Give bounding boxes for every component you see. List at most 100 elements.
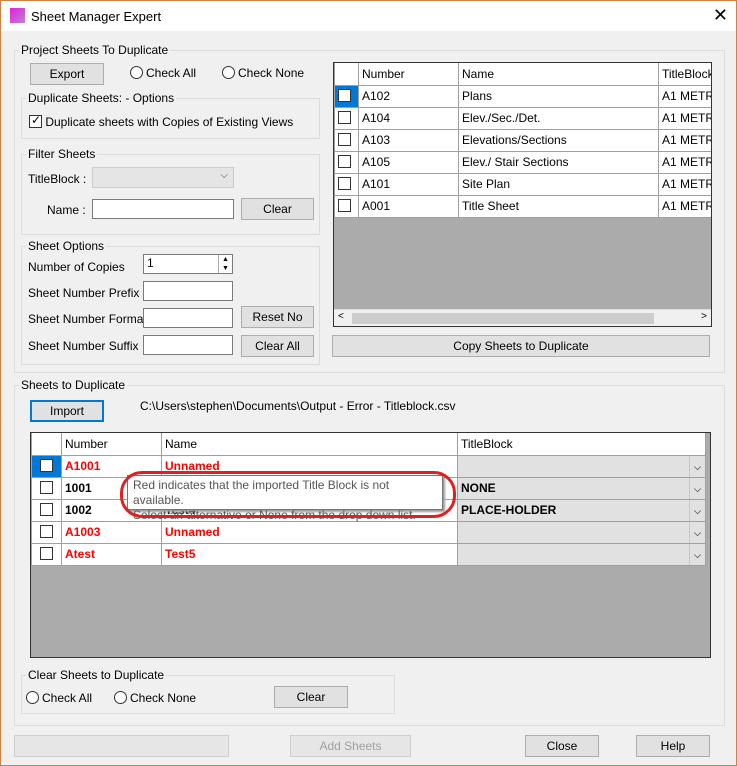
row-select-cell[interactable]	[334, 106, 359, 130]
row-select-cell[interactable]	[31, 476, 62, 500]
column-header-titleblock[interactable]: TitleBlock	[457, 433, 706, 456]
reset-no-button[interactable]: Reset No	[241, 306, 314, 328]
number-cell: A1003	[61, 520, 162, 544]
checkbox-icon[interactable]	[40, 547, 53, 560]
chevron-down-icon[interactable]: ⌵	[689, 456, 705, 476]
table-row[interactable]: A103 Elevations/Sections A1 METRI	[334, 128, 711, 152]
copies-value: 1	[147, 256, 154, 270]
project-sheets-table: Number Name TitleBlock A102 Plans A1 METRI…	[334, 63, 711, 218]
table-row[interactable]: A1003 Unnamed ⌵	[31, 520, 706, 544]
check-all-radio[interactable]: Check All	[130, 66, 196, 80]
export-button[interactable]: Export	[30, 63, 104, 85]
column-header-number[interactable]: Number	[61, 433, 162, 456]
copies-label: Number of Copies	[28, 260, 125, 274]
duplicate-sheets-grid[interactable]: Number Name TitleBlock A1001 Unnamed ⌵ 100…	[30, 432, 711, 658]
titleblock-dropdown[interactable]: ⌵	[457, 454, 706, 478]
table-row[interactable]: A105 Elev./ Stair Sections A1 METRI	[334, 150, 711, 174]
format-input[interactable]	[143, 308, 233, 328]
titleblock-value: PLACE-HOLDER	[461, 503, 557, 517]
row-select-cell[interactable]	[334, 172, 359, 196]
row-select-cell[interactable]	[334, 84, 359, 108]
number-cell: A105	[358, 150, 459, 174]
filter-clear-button[interactable]: Clear	[241, 198, 314, 220]
column-header-name[interactable]: Name	[161, 433, 458, 456]
row-select-cell[interactable]	[334, 128, 359, 152]
row-select-cell[interactable]	[334, 194, 359, 218]
tooltip-line: Red indicates that the imported Title Bl…	[133, 478, 390, 507]
checkbox-icon[interactable]	[40, 503, 53, 516]
duplicate-views-checkbox[interactable]: Duplicate sheets with Copies of Existing…	[29, 113, 293, 129]
row-select-cell[interactable]	[31, 454, 62, 478]
chevron-down-icon[interactable]: ⌵	[689, 522, 705, 542]
clear-all-button[interactable]: Clear All	[241, 335, 314, 357]
horizontal-scrollbar[interactable]: < >	[334, 309, 711, 326]
title-bar: Sheet Manager Expert ✕	[1, 1, 736, 31]
checkbox-icon[interactable]	[40, 481, 53, 494]
column-header-name[interactable]: Name	[458, 63, 659, 86]
checkbox-icon[interactable]	[338, 133, 351, 146]
project-sheets-grid[interactable]: Number Name TitleBlock A102 Plans A1 METRI…	[333, 62, 712, 327]
titleblock-dropdown[interactable]: ⌵	[457, 542, 706, 566]
table-row[interactable]: A101 Site Plan A1 METRI	[334, 172, 711, 196]
table-row[interactable]: A001 Title Sheet A1 METRI	[334, 194, 711, 218]
table-row[interactable]: Atest Test5 ⌵	[31, 542, 706, 566]
checkbox-icon[interactable]	[40, 459, 53, 472]
titleblock-dropdown[interactable]: NONE ⌵	[457, 476, 706, 500]
dup-check-none-radio[interactable]: Check None	[114, 691, 196, 705]
name-cell: Elev./ Stair Sections	[458, 150, 659, 174]
copy-sheets-button[interactable]: Copy Sheets to Duplicate	[332, 335, 710, 357]
table-row[interactable]: A102 Plans A1 METRI	[334, 84, 711, 108]
scroll-left-icon[interactable]: <	[338, 311, 344, 322]
table-row[interactable]: A1001 Unnamed ⌵	[31, 454, 706, 478]
titleblock-dropdown[interactable]: ⌵	[457, 520, 706, 544]
scroll-right-icon[interactable]: >	[701, 311, 707, 322]
chevron-down-icon[interactable]: ⌵	[689, 544, 705, 564]
name-input[interactable]	[92, 199, 234, 219]
checkbox-icon[interactable]	[338, 199, 351, 212]
row-select-cell[interactable]	[31, 520, 62, 544]
column-header-titleblock[interactable]: TitleBlock	[658, 63, 711, 86]
group-label: Clear Sheets to Duplicate	[28, 668, 165, 682]
radio-icon	[222, 66, 235, 79]
radio-icon	[114, 691, 127, 704]
titleblock-dropdown[interactable]: PLACE-HOLDER ⌵	[457, 498, 706, 522]
import-button[interactable]: Import	[30, 400, 104, 422]
help-button[interactable]: Help	[636, 735, 710, 757]
row-select-cell[interactable]	[31, 542, 62, 566]
number-cell: A102	[358, 84, 459, 108]
titleblock-cell: A1 METRI	[658, 84, 711, 108]
row-select-cell[interactable]	[334, 150, 359, 174]
label: Check All	[146, 66, 197, 80]
radio-icon	[130, 66, 143, 79]
group-label: Filter Sheets	[28, 147, 96, 161]
checkbox-icon[interactable]	[40, 525, 53, 538]
chevron-down-icon[interactable]: ⌵	[689, 500, 705, 520]
name-cell: Elev./Sec./Det.	[458, 106, 659, 130]
close-button[interactable]: Close	[525, 735, 599, 757]
dup-check-all-radio[interactable]: Check All	[26, 691, 92, 705]
window-title: Sheet Manager Expert	[31, 9, 162, 24]
dup-clear-button[interactable]: Clear	[274, 686, 348, 708]
check-none-radio[interactable]: Check None	[222, 66, 304, 80]
add-sheets-button[interactable]: Add Sheets	[290, 735, 411, 757]
close-icon[interactable]: ✕	[713, 5, 728, 26]
titleblock-cell: A1 METRI	[658, 172, 711, 196]
header-cell	[31, 433, 62, 456]
checkbox-icon[interactable]	[338, 177, 351, 190]
header-cell	[334, 63, 359, 86]
app-icon	[10, 8, 25, 23]
titleblock-select[interactable]: ⌵	[92, 167, 234, 188]
prefix-input[interactable]	[143, 281, 233, 301]
spin-arrows-icon[interactable]: ▲ ▼	[218, 255, 232, 273]
suffix-input[interactable]	[143, 335, 233, 355]
column-header-number[interactable]: Number	[358, 63, 459, 86]
checkbox-icon[interactable]	[338, 111, 351, 124]
copies-stepper[interactable]: 1 ▲ ▼	[143, 254, 233, 274]
checkbox-icon[interactable]	[338, 155, 351, 168]
table-row[interactable]: A104 Elev./Sec./Det. A1 METRI	[334, 106, 711, 130]
chevron-down-icon[interactable]: ⌵	[689, 478, 705, 498]
scrollbar-thumb[interactable]	[352, 313, 654, 324]
titleblock-cell: A1 METRI	[658, 106, 711, 130]
row-select-cell[interactable]	[31, 498, 62, 522]
checkbox-icon[interactable]	[338, 89, 351, 102]
